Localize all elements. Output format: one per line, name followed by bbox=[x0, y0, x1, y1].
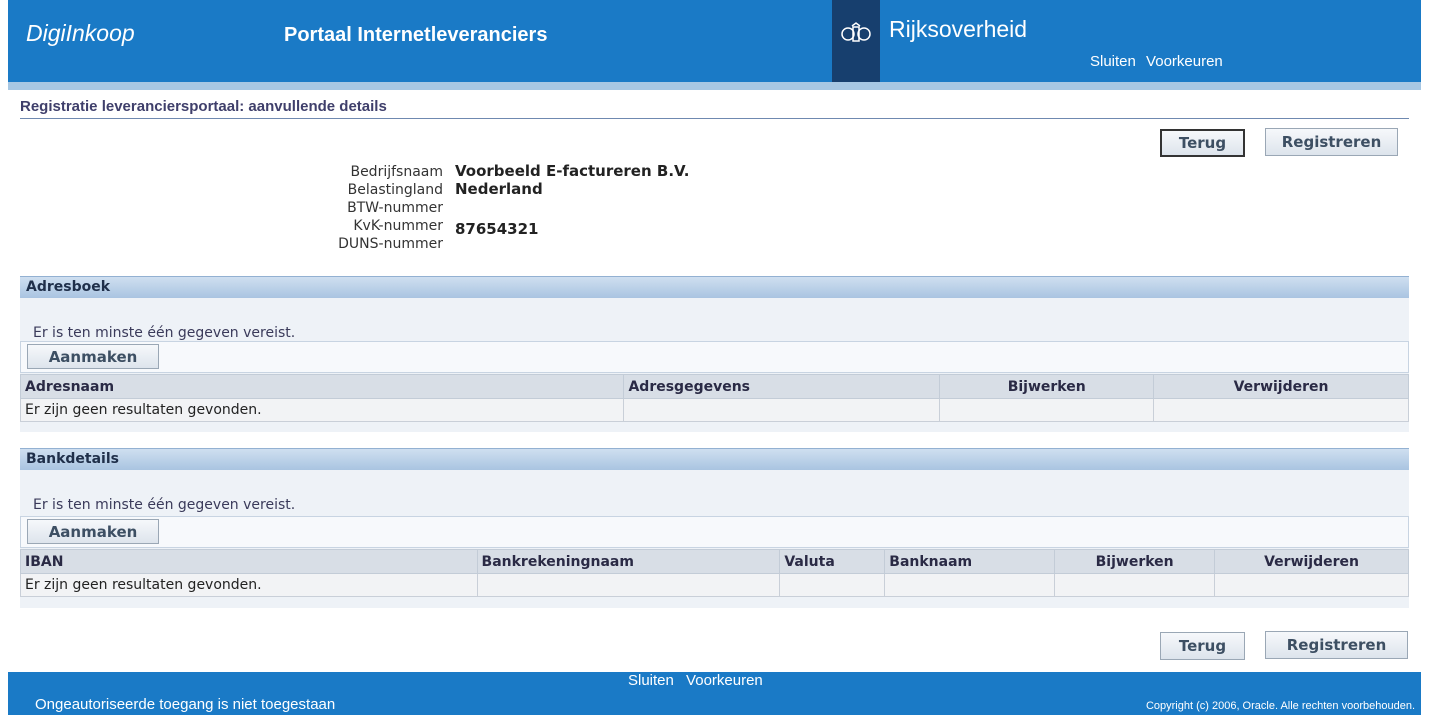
table-cell bbox=[939, 398, 1155, 422]
table-cell bbox=[884, 573, 1056, 597]
table-header-row: Adresnaam Adresgegevens Bijwerken Verwij… bbox=[19, 374, 1409, 399]
create-address-button[interactable]: Aanmaken bbox=[27, 344, 159, 369]
table-cell bbox=[476, 573, 781, 597]
table-cell bbox=[1153, 398, 1409, 422]
header-links: Sluiten Voorkeuren bbox=[1090, 53, 1229, 70]
detail-values: Voorbeeld E-factureren B.V. Nederland 87… bbox=[455, 162, 689, 256]
register-button-bottom[interactable]: Registreren bbox=[1265, 631, 1408, 659]
col-address-name: Adresnaam bbox=[19, 374, 625, 399]
section-header-address-book: Adresboek bbox=[20, 276, 1409, 298]
col-delete: Verwijderen bbox=[1214, 549, 1409, 574]
footer-link-preferences[interactable]: Voorkeuren bbox=[686, 672, 763, 689]
address-book-table: Adresnaam Adresgegevens Bijwerken Verwij… bbox=[19, 374, 1409, 422]
detail-labels: Bedrijfsnaam Belastingland BTW-nummer Kv… bbox=[250, 163, 443, 253]
col-address-details: Adresgegevens bbox=[623, 374, 941, 399]
title-divider bbox=[20, 118, 1409, 119]
address-book-notice: Er is ten minste één gegeven vereist. bbox=[33, 325, 296, 341]
value-tax-country: Nederland bbox=[455, 180, 543, 198]
section-header-bank-details: Bankdetails bbox=[20, 448, 1409, 470]
bank-details-action-row: Aanmaken bbox=[20, 516, 1409, 548]
value-duns-number bbox=[455, 238, 689, 256]
table-cell bbox=[623, 398, 941, 422]
col-update: Bijwerken bbox=[939, 374, 1155, 399]
label-duns-number: DUNS-nummer bbox=[338, 236, 443, 252]
back-button-top[interactable]: Terug bbox=[1160, 129, 1245, 157]
brand-logo: DigiInkoop bbox=[26, 20, 135, 46]
address-book-action-row: Aanmaken bbox=[20, 341, 1409, 373]
col-delete: Verwijderen bbox=[1153, 374, 1409, 399]
create-bank-button[interactable]: Aanmaken bbox=[27, 519, 159, 544]
page-title: Registratie leveranciersportaal: aanvull… bbox=[20, 98, 387, 115]
gov-name: Rijksoverheid bbox=[889, 16, 1028, 42]
table-header-row: IBAN Bankrekeningnaam Valuta Banknaam Bi… bbox=[20, 549, 1409, 574]
value-kvk-number: 87654321 bbox=[455, 220, 539, 238]
empty-message: Er zijn geen resultaten gevonden. bbox=[19, 398, 625, 422]
footer-links: Sluiten Voorkeuren bbox=[628, 672, 771, 689]
bank-details-notice: Er is ten minste één gegeven vereist. bbox=[33, 497, 296, 513]
footer-link-close[interactable]: Sluiten bbox=[628, 672, 674, 689]
register-button-top[interactable]: Registreren bbox=[1265, 128, 1398, 156]
col-bank-name: Banknaam bbox=[884, 549, 1056, 574]
label-kvk-number: KvK-nummer bbox=[353, 218, 443, 234]
header-divider bbox=[8, 82, 1421, 90]
table-cell bbox=[779, 573, 886, 597]
bank-details-table: IBAN Bankrekeningnaam Valuta Banknaam Bi… bbox=[20, 549, 1409, 597]
app-footer: Sluiten Voorkeuren Ongeautoriseerde toeg… bbox=[8, 672, 1421, 715]
back-button-bottom[interactable]: Terug bbox=[1160, 632, 1245, 660]
footer-notice: Ongeautoriseerde toegang is niet toegest… bbox=[35, 696, 336, 713]
value-vat-number bbox=[455, 198, 689, 216]
table-cell bbox=[1054, 573, 1216, 597]
header-link-close[interactable]: Sluiten bbox=[1090, 53, 1136, 70]
col-account-name: Bankrekeningnaam bbox=[476, 549, 781, 574]
table-row: Er zijn geen resultaten gevonden. bbox=[20, 573, 1409, 597]
crest-icon bbox=[841, 22, 871, 42]
col-update: Bijwerken bbox=[1054, 549, 1216, 574]
col-iban: IBAN bbox=[20, 549, 478, 574]
footer-copyright: Copyright (c) 2006, Oracle. Alle rechten… bbox=[1145, 700, 1415, 712]
table-row: Er zijn geen resultaten gevonden. bbox=[19, 398, 1409, 422]
col-currency: Valuta bbox=[779, 549, 886, 574]
label-vat-number: BTW-nummer bbox=[347, 200, 443, 216]
label-company-name: Bedrijfsnaam bbox=[350, 164, 443, 180]
empty-message: Er zijn geen resultaten gevonden. bbox=[20, 573, 478, 597]
label-tax-country: Belastingland bbox=[347, 182, 443, 198]
header-link-preferences[interactable]: Voorkeuren bbox=[1146, 53, 1223, 70]
value-company-name: Voorbeeld E-factureren B.V. bbox=[455, 162, 690, 180]
table-cell bbox=[1214, 573, 1409, 597]
portal-title: Portaal Internetleveranciers bbox=[284, 24, 548, 46]
